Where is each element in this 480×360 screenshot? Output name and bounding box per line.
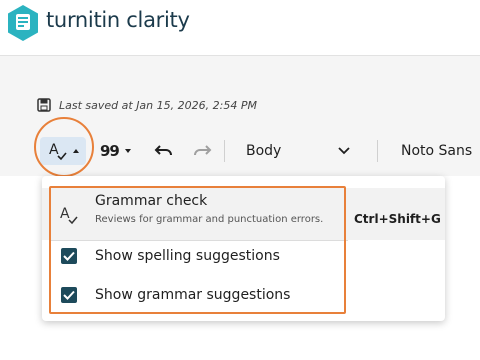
last-saved-text: Last saved at Jan 15, 2026, 2:54 PM xyxy=(59,98,257,112)
annotation-circle xyxy=(34,117,94,177)
font-family-select[interactable]: Noto Sans xyxy=(401,137,472,165)
annotation-box xyxy=(49,186,346,314)
quote-icon: 99 xyxy=(100,142,120,160)
last-saved-status: Last saved at Jan 15, 2026, 2:54 PM xyxy=(37,98,257,112)
turnitin-logo-icon xyxy=(8,5,38,41)
toolbar-divider xyxy=(377,140,378,162)
toolbar-divider xyxy=(224,140,225,162)
chevron-down-icon xyxy=(338,147,350,155)
save-disk-icon xyxy=(37,98,51,112)
grammar-check-shortcut: Ctrl+Shift+G xyxy=(354,212,441,226)
paragraph-style-value: Body xyxy=(246,143,282,159)
redo-button[interactable] xyxy=(190,139,214,163)
redo-icon xyxy=(194,145,212,156)
font-family-value: Noto Sans xyxy=(401,143,473,159)
paragraph-style-select[interactable]: Body xyxy=(246,137,356,165)
citation-button[interactable]: 99 xyxy=(100,137,131,165)
undo-button[interactable] xyxy=(152,139,176,163)
undo-icon xyxy=(154,145,172,156)
left-margin xyxy=(0,176,34,360)
app-header: turnitin clarity xyxy=(0,0,480,56)
caret-down-icon xyxy=(124,149,131,153)
app-logo-text: turnitin clarity xyxy=(46,8,190,32)
